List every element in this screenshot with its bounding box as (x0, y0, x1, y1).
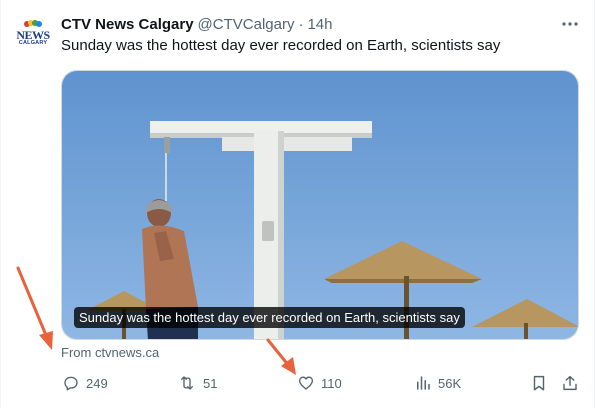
bookmark-button[interactable] (530, 372, 554, 394)
repost-count: 51 (203, 375, 218, 391)
author-avatar[interactable]: NEWS CALGARY (16, 18, 50, 52)
bookmark-icon (533, 375, 545, 391)
share-button[interactable] (561, 372, 585, 394)
reply-icon (64, 376, 78, 391)
tweet-actions: 249 51 110 56K (1, 372, 595, 394)
views-chart-icon (417, 376, 430, 390)
tweet-text: Sunday was the hottest day ever recorded… (61, 37, 501, 54)
tweet-timestamp[interactable]: 14h (307, 16, 332, 33)
views-button[interactable]: 56K (414, 372, 461, 394)
more-options-button[interactable] (559, 14, 581, 34)
views-count: 56K (438, 375, 462, 391)
author-handle[interactable]: @CTVCalgary (198, 16, 295, 33)
link-card[interactable]: Sunday was the hottest day ever recorded… (61, 70, 579, 340)
tweet-header: CTV News Calgary @CTVCalgary · 14h (61, 14, 333, 34)
repost-button[interactable]: 51 (177, 372, 217, 394)
avatar-city: CALGARY (18, 40, 48, 46)
card-caption: Sunday was the hottest day ever recorded… (74, 307, 465, 328)
like-button[interactable]: 110 (297, 372, 342, 394)
header-separator: · (298, 15, 304, 33)
card-image (62, 71, 578, 339)
heart-icon (298, 376, 314, 390)
tweet-article[interactable]: NEWS CALGARY CTV News Calgary @CTVCalgar… (0, 0, 595, 408)
more-horizontal-icon (562, 22, 578, 26)
share-icon (563, 375, 577, 391)
reply-button[interactable]: 249 (62, 372, 108, 394)
repost-icon (181, 376, 193, 390)
reply-count: 249 (86, 375, 108, 391)
card-source[interactable]: From ctvnews.ca (61, 345, 159, 360)
like-count: 110 (321, 375, 342, 391)
author-name[interactable]: CTV News Calgary (61, 16, 194, 33)
